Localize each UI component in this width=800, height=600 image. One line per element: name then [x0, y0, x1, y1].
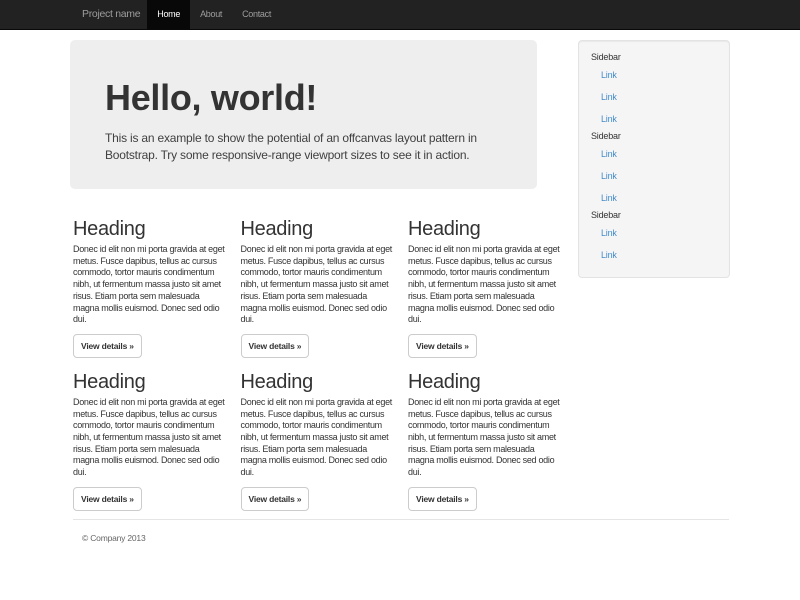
sidebar-nav: Sidebar Link Link Link Sidebar Link Link…	[591, 51, 717, 266]
content-card: Heading Donec id elit non mi porta gravi…	[408, 217, 560, 358]
card-body-text: Donec id elit non mi porta gravida at eg…	[73, 244, 225, 326]
content-card: Heading Donec id elit non mi porta gravi…	[241, 370, 393, 511]
sidebar-link[interactable]: Link	[591, 165, 717, 187]
sidebar-link[interactable]: Link	[591, 108, 717, 130]
sidebar-nav-item: Link	[591, 64, 717, 86]
card-body-text: Donec id elit non mi porta gravida at eg…	[408, 244, 560, 326]
card-heading: Heading	[73, 217, 225, 241]
view-details-button[interactable]: View details »	[408, 334, 477, 358]
sidebar-link[interactable]: Link	[591, 222, 717, 244]
content-card: Heading Donec id elit non mi porta gravi…	[73, 370, 225, 511]
content-card: Heading Donec id elit non mi porta gravi…	[73, 217, 225, 358]
sidebar-nav-item: Link	[591, 86, 717, 108]
view-details-button[interactable]: View details »	[408, 487, 477, 511]
navbar: Project name Home About Contact	[0, 0, 800, 30]
sidebar-nav-item: Link	[591, 108, 717, 130]
sidebar-nav-item: Link	[591, 165, 717, 187]
jumbotron-subtitle: This is an example to show the potential…	[105, 130, 502, 164]
card-body-text: Donec id elit non mi porta gravida at eg…	[241, 397, 393, 479]
sidebar-well: Sidebar Link Link Link Sidebar Link Link…	[578, 40, 730, 278]
page-container: Hello, world! This is an example to show…	[70, 30, 730, 543]
footer: © Company 2013	[70, 533, 730, 543]
card-heading: Heading	[241, 370, 393, 394]
view-details-button[interactable]: View details »	[73, 334, 142, 358]
sidebar-section-title: Sidebar	[591, 130, 717, 143]
nav-item-contact[interactable]: Contact	[232, 0, 281, 29]
view-details-button[interactable]: View details »	[241, 487, 310, 511]
view-details-button[interactable]: View details »	[241, 334, 310, 358]
sidebar-link[interactable]: Link	[591, 187, 717, 209]
navbar-nav: Home About Contact	[147, 0, 281, 29]
cards-row-1: Heading Donec id elit non mi porta gravi…	[73, 217, 537, 358]
sidebar-nav-item: Link	[591, 187, 717, 209]
sidebar-link[interactable]: Link	[591, 244, 717, 266]
footer-divider	[73, 519, 729, 520]
sidebar-link[interactable]: Link	[591, 143, 717, 165]
sidebar-section-title: Sidebar	[591, 209, 717, 222]
sidebar-link[interactable]: Link	[591, 86, 717, 108]
card-heading: Heading	[73, 370, 225, 394]
sidebar-nav-item: Link	[591, 143, 717, 165]
content-row: Hello, world! This is an example to show…	[70, 30, 730, 511]
content-card: Heading Donec id elit non mi porta gravi…	[408, 370, 560, 511]
card-heading: Heading	[408, 370, 560, 394]
card-body-text: Donec id elit non mi porta gravida at eg…	[408, 397, 560, 479]
sidebar-nav-item: Link	[591, 244, 717, 266]
sidebar-column: Sidebar Link Link Link Sidebar Link Link…	[578, 40, 730, 278]
sidebar-section-title: Sidebar	[591, 51, 717, 64]
jumbotron: Hello, world! This is an example to show…	[70, 40, 537, 189]
copyright-text: © Company 2013	[82, 533, 730, 543]
main-column: Hello, world! This is an example to show…	[70, 40, 537, 511]
card-heading: Heading	[408, 217, 560, 241]
content-card: Heading Donec id elit non mi porta gravi…	[241, 217, 393, 358]
nav-item-home[interactable]: Home	[147, 0, 190, 29]
nav-item-about[interactable]: About	[190, 0, 232, 29]
view-details-button[interactable]: View details »	[73, 487, 142, 511]
cards-row-2: Heading Donec id elit non mi porta gravi…	[73, 370, 537, 511]
navbar-brand[interactable]: Project name	[82, 0, 140, 29]
sidebar-link[interactable]: Link	[591, 64, 717, 86]
sidebar-nav-item: Link	[591, 222, 717, 244]
card-body-text: Donec id elit non mi porta gravida at eg…	[73, 397, 225, 479]
card-heading: Heading	[241, 217, 393, 241]
card-body-text: Donec id elit non mi porta gravida at eg…	[241, 244, 393, 326]
jumbotron-title: Hello, world!	[105, 78, 502, 118]
